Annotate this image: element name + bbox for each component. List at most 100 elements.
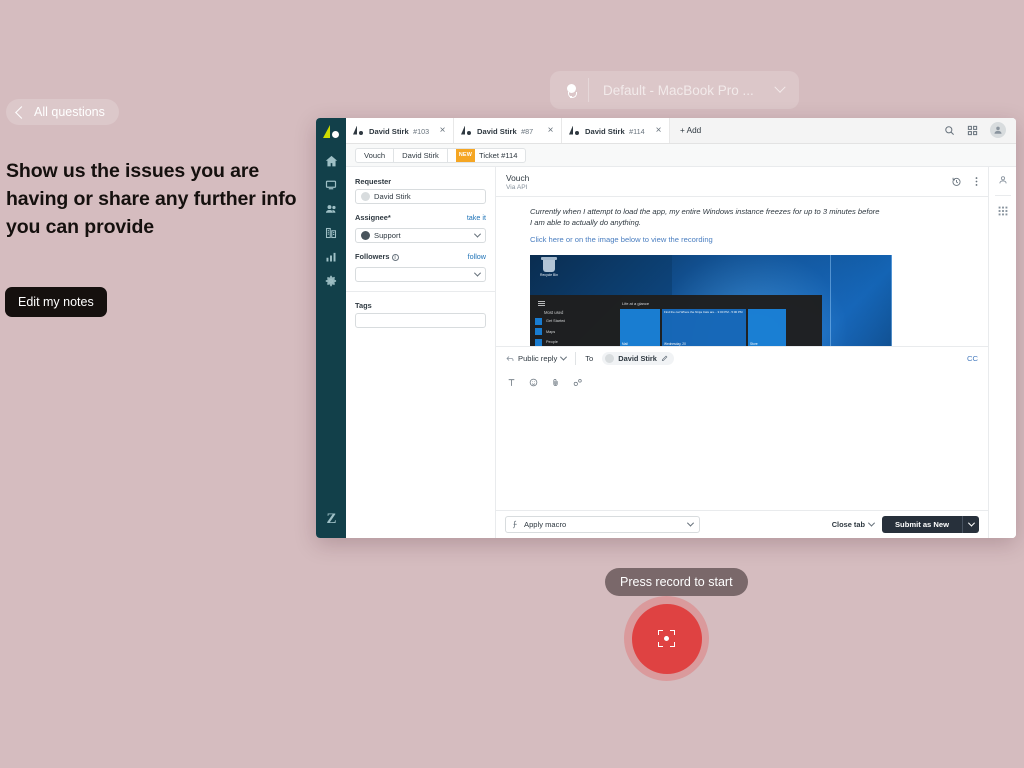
- ticket-icon: [353, 125, 364, 136]
- ticket-icon: [569, 125, 580, 136]
- record-button[interactable]: [624, 596, 709, 681]
- ticket-footer: Apply macro Close tab Submit as New: [496, 510, 988, 538]
- record-tooltip: Press record to start: [605, 568, 748, 596]
- link-icon[interactable]: [573, 378, 583, 387]
- sidebar-item-home[interactable]: [316, 149, 346, 173]
- followers-select[interactable]: [355, 267, 486, 282]
- reply-arrow-icon: [506, 355, 514, 363]
- attachment-screenshot[interactable]: Recycle Bin Most used Get Started Maps P…: [530, 255, 892, 346]
- close-tab-icon[interactable]: ×: [545, 125, 556, 136]
- apply-macro-select[interactable]: Apply macro: [505, 516, 700, 533]
- start-menu-tile[interactable]: Mail: [620, 309, 660, 346]
- list-item: Maps: [535, 328, 611, 335]
- back-label: All questions: [34, 105, 105, 119]
- recording-link[interactable]: Click here or on the image below to view…: [530, 235, 713, 244]
- ticket-tab-strip: David Stirk #103 × David Stirk #87 ×: [346, 118, 1016, 144]
- kebab-menu-icon[interactable]: [975, 176, 978, 187]
- tile-group-title: Life at a glance: [622, 301, 822, 306]
- grid-apps-icon[interactable]: [967, 125, 978, 136]
- reply-channel-dropdown[interactable]: Public reply: [506, 354, 566, 363]
- page-root: All questions Show us the issues you are…: [0, 0, 1024, 768]
- screen-capture-icon: [658, 630, 675, 647]
- tile-label: Store: [750, 342, 758, 346]
- assignee-value: Support: [374, 231, 401, 240]
- close-tab-icon[interactable]: ×: [653, 125, 664, 136]
- list-item: People: [535, 339, 611, 346]
- grid-icon[interactable]: [998, 206, 1008, 216]
- reply-channel-label: Public reply: [518, 354, 557, 363]
- apply-macro-label: Apply macro: [524, 520, 566, 529]
- search-icon[interactable]: [944, 125, 955, 136]
- zendesk-product-rail: Z: [316, 118, 346, 538]
- status-badge: NEW: [456, 148, 475, 163]
- chevron-down-icon: [687, 520, 694, 527]
- breadcrumb-item-requester[interactable]: David Stirk: [394, 148, 448, 163]
- breadcrumb-item-current[interactable]: NEW Ticket #114: [448, 148, 526, 163]
- sidebar-item-admin[interactable]: [316, 269, 346, 293]
- sidebar-item-views[interactable]: [316, 173, 346, 197]
- bar-chart-icon: [325, 251, 337, 263]
- submit-as-new-button[interactable]: Submit as New: [882, 516, 962, 533]
- sidebar-item-reporting[interactable]: [316, 245, 346, 269]
- add-tab-button[interactable]: + Add: [670, 118, 711, 143]
- submit-options-button[interactable]: [962, 516, 979, 533]
- customers-icon: [325, 203, 338, 216]
- avatar[interactable]: [990, 122, 1006, 138]
- submit-group: Submit as New: [882, 516, 979, 533]
- tab-title: David Stirk: [585, 127, 625, 136]
- reply-channel-bar: Public reply To David Stirk CC: [496, 346, 988, 370]
- ticket-tab-114[interactable]: David Stirk #114 ×: [562, 118, 670, 143]
- breadcrumb-item-brand[interactable]: Vouch: [356, 148, 394, 163]
- chevron-down-icon: [560, 354, 567, 361]
- recipient-pill[interactable]: David Stirk: [602, 352, 674, 365]
- tags-field[interactable]: [355, 313, 486, 328]
- tab-tools: [944, 118, 1016, 143]
- emoji-icon[interactable]: [529, 378, 538, 387]
- message-author: Vouch: [506, 173, 951, 183]
- formatting-toolbar: [496, 370, 988, 387]
- tab-subtitle: #87: [521, 127, 533, 136]
- take-it-link[interactable]: take it: [467, 213, 486, 222]
- wallpaper-pane: [830, 255, 892, 346]
- recycle-bin-label: Recycle Bin: [536, 273, 562, 277]
- info-icon[interactable]: i: [392, 254, 399, 261]
- chevron-down-icon: [967, 520, 974, 527]
- user-icon[interactable]: [998, 175, 1008, 185]
- record-button-inner: [632, 604, 702, 674]
- breadcrumb-current-label: Ticket #114: [479, 148, 517, 163]
- windows-start-menu: Most used Get Started Maps People Calcul…: [530, 295, 822, 346]
- paperclip-icon[interactable]: [551, 378, 560, 387]
- sidebar-item-organizations[interactable]: [316, 221, 346, 245]
- tab-subtitle: #114: [629, 127, 644, 136]
- close-tab-button[interactable]: Close tab: [832, 520, 874, 529]
- edit-my-notes-button[interactable]: Edit my notes: [5, 287, 107, 317]
- clock-history-icon[interactable]: [951, 176, 962, 187]
- tile-label: Wednesday, 20: [664, 342, 686, 346]
- chevron-down-icon: [868, 520, 875, 527]
- microphone-toggle-button[interactable]: [554, 75, 588, 105]
- reply-composer[interactable]: [496, 370, 988, 510]
- ticket-body: Requester David Stirk Assignee* take it …: [346, 167, 1016, 538]
- cc-button[interactable]: CC: [967, 354, 978, 363]
- start-menu-tile[interactable]: Find the cat Where the Ninja Cats are...…: [662, 309, 746, 346]
- ticket-tab-87[interactable]: David Stirk #87 ×: [454, 118, 562, 143]
- organizations-icon: [325, 227, 337, 239]
- zendesk-mark-icon: [323, 125, 339, 138]
- conversation-scroll[interactable]: Currently when I attempt to load the app…: [496, 197, 988, 346]
- close-tab-icon[interactable]: ×: [437, 125, 448, 136]
- to-label: To: [585, 354, 593, 363]
- follow-link[interactable]: follow: [468, 252, 486, 261]
- text-format-icon[interactable]: [507, 378, 516, 387]
- start-menu-tile[interactable]: Store: [748, 309, 786, 346]
- breadcrumb-bar: Vouch David Stirk NEW Ticket #114: [346, 144, 1016, 167]
- list-item: Get Started: [535, 318, 611, 325]
- start-menu-tiles: Life at a glance MailFind the cat Where …: [618, 295, 822, 346]
- requester-field[interactable]: David Stirk: [355, 189, 486, 204]
- back-to-all-questions-button[interactable]: All questions: [6, 99, 119, 125]
- sidebar-item-customers[interactable]: [316, 197, 346, 221]
- chevron-down-icon: [474, 231, 481, 238]
- ticket-tab-103[interactable]: David Stirk #103 ×: [346, 118, 454, 143]
- audio-device-dropdown[interactable]: Default - MacBook Pro ...: [589, 83, 795, 98]
- assignee-select[interactable]: Support: [355, 228, 486, 243]
- breadcrumb: Vouch David Stirk NEW Ticket #114: [355, 148, 526, 163]
